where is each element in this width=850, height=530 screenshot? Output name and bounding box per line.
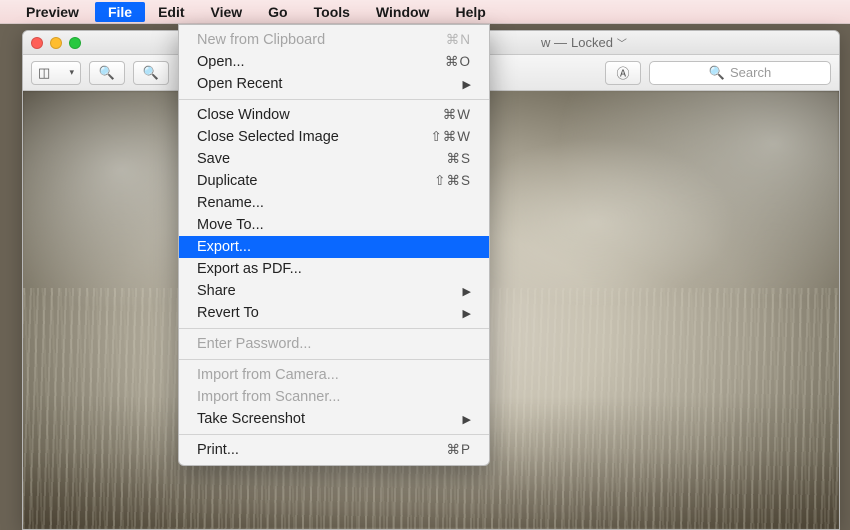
menu-item-label: Import from Scanner... [197,389,471,405]
menu-help[interactable]: Help [442,2,498,22]
menu-shortcut: ⌘O [445,54,471,70]
title-status: Locked [571,35,613,50]
menu-item-export-as-pdf[interactable]: Export as PDF... [179,258,489,280]
menu-separator [179,328,489,329]
menu-item-export[interactable]: Export... [179,236,489,258]
menu-shortcut: ⇧⌘S [434,173,471,189]
menu-edit[interactable]: Edit [145,2,197,22]
menu-item-close-window[interactable]: Close Window⌘W [179,104,489,126]
menu-separator [179,434,489,435]
menu-item-open-recent[interactable]: Open Recent▶ [179,73,489,95]
submenu-arrow-icon: ▶ [463,413,471,426]
menu-go[interactable]: Go [255,2,300,22]
file-menu-dropdown: New from Clipboard⌘NOpen...⌘OOpen Recent… [178,24,490,466]
menu-item-label: Take Screenshot [197,411,463,427]
menu-item-label: Close Selected Image [197,129,430,145]
menu-item-import-from-camera: Import from Camera... [179,364,489,386]
magnifier-plus-icon: 🔍 [143,65,159,81]
menu-item-label: Import from Camera... [197,367,471,383]
menu-item-import-from-scanner: Import from Scanner... [179,386,489,408]
search-placeholder: Search [730,65,771,80]
zoom-out-button[interactable]: 🔍 [89,61,125,85]
menu-item-label: Export... [197,239,471,255]
menu-shortcut: ⌘W [443,107,471,123]
menu-file[interactable]: File [95,2,145,22]
menu-item-revert-to[interactable]: Revert To▶ [179,302,489,324]
menu-item-label: Revert To [197,305,463,321]
menu-item-share[interactable]: Share▶ [179,280,489,302]
app-name[interactable]: Preview [26,4,79,20]
submenu-arrow-icon: ▶ [463,78,471,91]
menu-item-duplicate[interactable]: Duplicate⇧⌘S [179,170,489,192]
title-prefix: w — [541,35,567,50]
system-menubar: Preview File Edit View Go Tools Window H… [0,0,850,24]
menu-separator [179,99,489,100]
zoom-window-button[interactable] [69,37,81,49]
menu-item-close-selected-image[interactable]: Close Selected Image⇧⌘W [179,126,489,148]
zoom-in-button[interactable]: 🔍 [133,61,169,85]
menu-item-label: New from Clipboard [197,32,446,48]
sidebar-toggle-button[interactable]: ◫ ▾ [31,61,81,85]
menu-shortcut: ⌘P [446,442,471,458]
menu-item-label: Save [197,151,446,167]
markup-button[interactable]: Ⓐ [605,61,641,85]
menu-item-label: Share [197,283,463,299]
menu-item-new-from-clipboard: New from Clipboard⌘N [179,29,489,51]
close-window-button[interactable] [31,37,43,49]
traffic-lights [31,37,81,49]
markup-icon: Ⓐ [616,63,629,82]
menu-item-rename[interactable]: Rename... [179,192,489,214]
menu-item-label: Export as PDF... [197,261,471,277]
magnifier-minus-icon: 🔍 [99,65,115,81]
menu-item-open[interactable]: Open...⌘O [179,51,489,73]
search-icon: 🔍 [709,65,725,81]
menu-shortcut: ⌘S [446,151,471,167]
menu-item-label: Open Recent [197,76,463,92]
chevron-down-icon: ﹀ [617,35,627,50]
menu-shortcut: ⇧⌘W [430,129,471,145]
menu-item-label: Duplicate [197,173,434,189]
search-input[interactable]: 🔍 Search [649,61,831,85]
menu-item-print[interactable]: Print...⌘P [179,439,489,461]
menu-item-enter-password: Enter Password... [179,333,489,355]
menu-separator [179,359,489,360]
menu-window[interactable]: Window [363,2,443,22]
menu-item-label: Close Window [197,107,443,123]
submenu-arrow-icon: ▶ [463,307,471,320]
menu-item-take-screenshot[interactable]: Take Screenshot▶ [179,408,489,430]
submenu-arrow-icon: ▶ [463,285,471,298]
menu-view[interactable]: View [198,2,256,22]
menu-item-label: Rename... [197,195,471,211]
chevron-down-icon: ▾ [69,67,74,78]
sidebar-icon: ◫ [38,65,50,81]
menu-item-save[interactable]: Save⌘S [179,148,489,170]
menu-item-label: Enter Password... [197,336,471,352]
menu-shortcut: ⌘N [446,32,471,48]
minimize-window-button[interactable] [50,37,62,49]
menu-item-label: Print... [197,442,446,458]
menu-item-move-to[interactable]: Move To... [179,214,489,236]
menu-item-label: Open... [197,54,445,70]
menu-item-label: Move To... [197,217,471,233]
menu-tools[interactable]: Tools [301,2,363,22]
